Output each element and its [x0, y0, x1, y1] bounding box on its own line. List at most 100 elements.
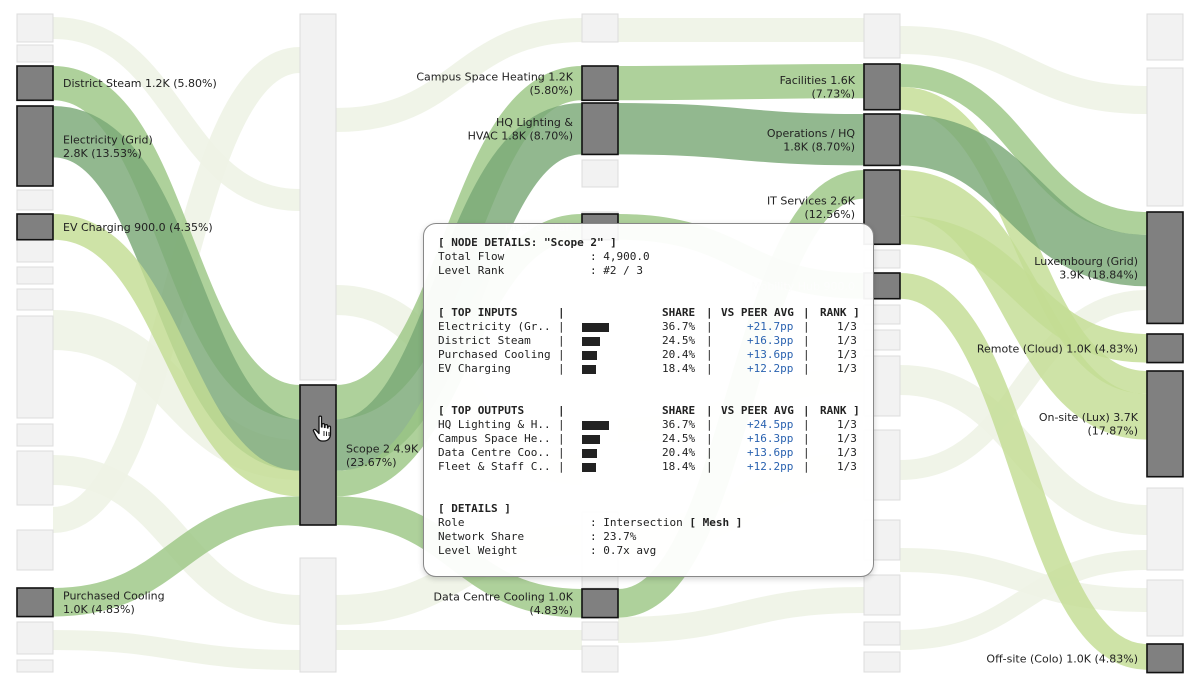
share-header: SHARE — [662, 306, 696, 319]
node-label-ops: 1.8K (8.70%) — [783, 140, 855, 153]
total-flow-row: Total Flow: 4,900.0 — [438, 250, 859, 264]
input-header-row: [ TOP INPUTS | SHARE | VS PEER AVG | RANK ] — [438, 306, 860, 320]
faint-node — [581, 13, 619, 43]
output-share: 20.4% — [662, 446, 696, 459]
col-sep: | — [558, 334, 565, 347]
output-name: Campus Space He.. — [438, 432, 551, 445]
network-share-row: Network Share : 23.7% — [438, 530, 859, 544]
output-rank: 1/3 — [837, 432, 857, 445]
node-fac — [863, 63, 901, 111]
total-flow-value: : 4,900.0 — [590, 250, 650, 263]
input-name: EV Charging — [438, 362, 511, 375]
input-row: Purchased Cooling | 20.4% | +13.6pp | 1/3 — [438, 348, 859, 362]
rank-header: RANK ] — [820, 404, 860, 417]
node-dcc — [581, 588, 619, 619]
share-bar — [582, 449, 597, 458]
role-row: Role: Intersection [ Mesh ] — [438, 516, 859, 530]
col-sep: | — [558, 362, 565, 375]
share-bar — [582, 435, 600, 444]
input-peer: +13.6pp — [747, 348, 794, 361]
faint-node — [16, 13, 54, 43]
input-header: [ TOP INPUTS — [438, 306, 518, 319]
node-label-its: IT Services 2.6K — [767, 194, 856, 207]
output-row: HQ Lighting & H.. | 36.7% | +24.5pp | 1/3 — [438, 418, 859, 432]
faint-node — [16, 189, 54, 211]
col-sep: | — [803, 404, 810, 417]
input-peer: +12.2pp — [747, 362, 794, 375]
faint-node — [16, 423, 54, 447]
level-weight-row: Level Weight: 0.7x avg — [438, 544, 859, 558]
level-weight-label: Level Weight — [438, 544, 518, 557]
col-sep: | — [558, 446, 565, 459]
col-sep: | — [558, 432, 565, 445]
faint-node — [16, 659, 54, 673]
level-rank-value: : #2 / 3 — [590, 264, 643, 277]
node-label-ops: Operations / HQ — [767, 127, 855, 140]
faint-node — [863, 574, 901, 616]
faint-node — [16, 288, 54, 311]
faint-node — [581, 645, 619, 673]
output-peer: +12.2pp — [747, 460, 794, 473]
faint-node — [16, 239, 54, 263]
col-sep: | — [706, 362, 713, 375]
top-inputs-table: [ TOP INPUTS | SHARE | VS PEER AVG | RANK ] Ele… — [438, 306, 860, 376]
node-label-ons: (17.87%) — [1087, 425, 1138, 438]
output-rank: 1/3 — [837, 418, 857, 431]
input-row: EV Charging | 18.4% | +12.2pp | 1/3 — [438, 362, 859, 376]
node-label-ds: District Steam 1.2K (5.80%) — [63, 77, 217, 90]
share-bar — [582, 463, 596, 472]
input-rank: 1/3 — [837, 334, 857, 347]
rank-header: RANK ] — [820, 306, 860, 319]
node-ds — [16, 65, 54, 102]
node-label-eg: Electricity (Grid) — [63, 133, 153, 146]
faint-node — [581, 621, 619, 641]
faint-node — [863, 13, 901, 59]
node-label-csh: Campus Space Heating 1.2K — [416, 70, 573, 83]
output-row: Data Centre Coo.. | 20.4% | +13.6pp | 1/3 — [438, 446, 859, 460]
node-label-hql: HVAC 1.8K (8.70%) — [468, 129, 573, 142]
hand-pointer-icon — [312, 415, 332, 442]
node-label-dcc: (4.83%) — [529, 604, 573, 617]
input-rank: 1/3 — [837, 320, 857, 333]
node-label-pc: 1.0K (4.83%) — [63, 603, 135, 616]
output-rank: 1/3 — [837, 460, 857, 473]
faint-node — [1146, 579, 1184, 637]
network-share-label: Network Share — [438, 530, 525, 543]
col-sep: | — [803, 362, 810, 375]
faint-link — [52, 630, 301, 670]
col-sep: | — [706, 432, 713, 445]
peer-header: VS PEER AVG — [721, 306, 794, 319]
output-name: Data Centre Coo.. — [438, 446, 551, 459]
top-outputs-table: [ TOP OUTPUTS | SHARE | VS PEER AVG | RANK ] HQ… — [438, 404, 860, 474]
col-sep: | — [803, 432, 810, 445]
input-rank: 1/3 — [837, 362, 857, 375]
col-sep: | — [803, 306, 810, 319]
faint-node — [16, 621, 54, 655]
node-ons — [1146, 370, 1184, 478]
output-peer: +13.6pp — [747, 446, 794, 459]
col-sep: | — [803, 460, 810, 473]
role-value: : Intersection — [590, 516, 683, 529]
col-sep: | — [706, 446, 713, 459]
role-label: Role — [438, 516, 465, 529]
faint-node — [16, 44, 54, 63]
share-bar — [582, 351, 597, 360]
node-label-ev: EV Charging 900.0 (4.35%) — [63, 221, 213, 234]
col-sep: | — [803, 348, 810, 361]
share-bar — [582, 421, 609, 430]
col-sep: | — [803, 334, 810, 347]
node-label-off: Off-site (Colo) 1.0K (4.83%) — [986, 652, 1138, 665]
input-rank: 1/3 — [837, 348, 857, 361]
node-label-its: (12.56%) — [804, 208, 855, 221]
input-share: 20.4% — [662, 348, 696, 361]
faint-node — [581, 159, 619, 188]
faint-node — [1146, 487, 1184, 571]
col-sep: | — [803, 320, 810, 333]
col-sep: | — [706, 460, 713, 473]
node-off — [1146, 643, 1184, 674]
node-details-tooltip: [ NODE DETAILS: "Scope 2" ] Total Flow: … — [423, 223, 874, 577]
faint-node — [863, 621, 901, 646]
network-share-value: : 23.7% — [590, 530, 637, 543]
col-sep: | — [803, 418, 810, 431]
peer-header: VS PEER AVG — [721, 404, 794, 417]
